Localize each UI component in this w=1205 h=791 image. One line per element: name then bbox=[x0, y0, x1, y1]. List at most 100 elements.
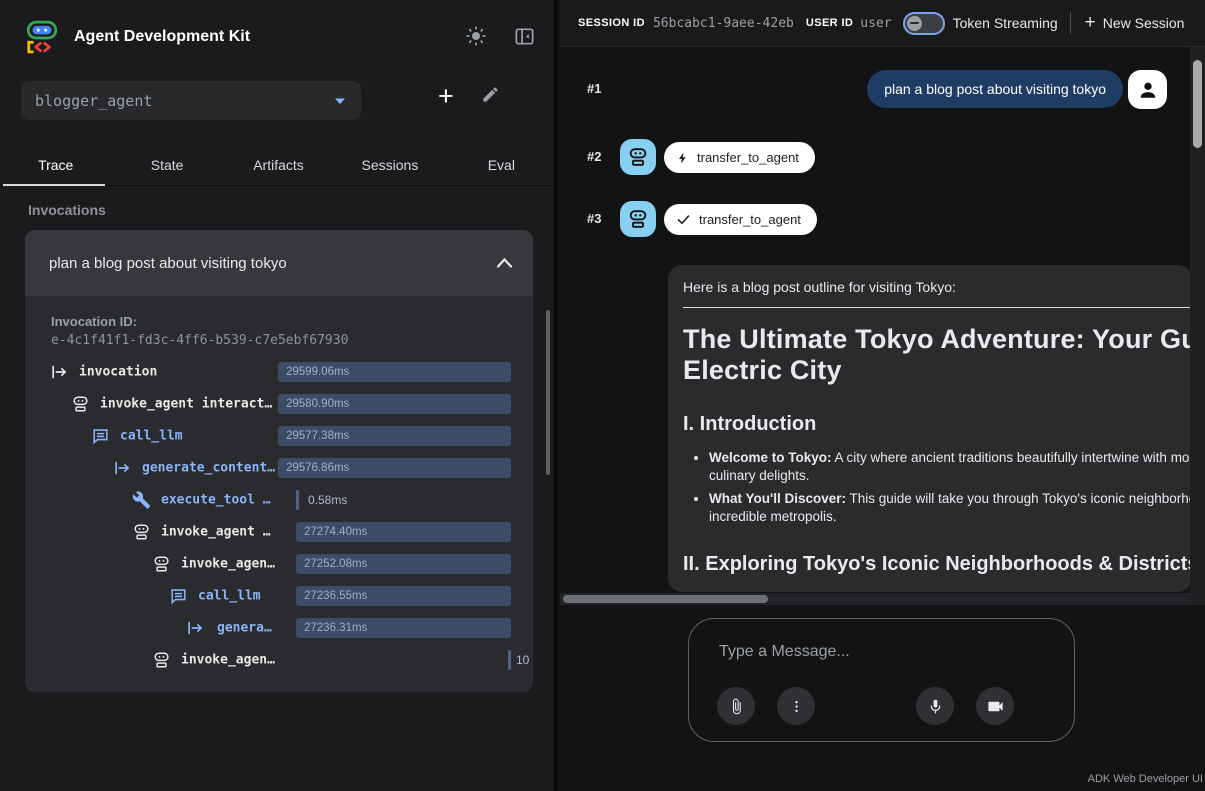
markdown-divider bbox=[683, 307, 1192, 308]
session-id-label: SESSION ID bbox=[578, 17, 645, 29]
invocations-heading: Invocations bbox=[28, 202, 106, 218]
maps-to-icon bbox=[113, 459, 132, 478]
section-introduction: I. Introduction bbox=[683, 413, 1192, 436]
theme-toggle-icon[interactable] bbox=[464, 24, 488, 48]
maps-to-icon bbox=[50, 363, 69, 382]
user-message-bubble: plan a blog post about visiting tokyo bbox=[867, 70, 1123, 108]
maps-to-icon bbox=[186, 619, 205, 638]
trace-tree: invocation 29599.06ms invoke_agent inter… bbox=[25, 356, 533, 676]
robot-icon bbox=[132, 523, 151, 542]
app-header: Agent Development Kit bbox=[24, 20, 250, 54]
vertical-scroll-thumb[interactable] bbox=[1193, 60, 1202, 148]
duration-bar: 29599.06ms bbox=[278, 362, 511, 382]
new-session-button[interactable]: + New Session bbox=[1085, 15, 1185, 31]
user-id-value: user bbox=[860, 16, 891, 31]
function-call-chip[interactable]: transfer_to_agent bbox=[664, 142, 815, 173]
duration-bar: 27252.08ms bbox=[296, 554, 511, 574]
chevron-down-icon bbox=[333, 96, 347, 106]
tab-state[interactable]: State bbox=[111, 144, 222, 185]
tab-trace[interactable]: Trace bbox=[0, 144, 111, 185]
check-icon bbox=[676, 212, 691, 227]
trace-row-execute-tool[interactable]: execute_tool … 0.58ms bbox=[25, 484, 533, 516]
attach-file-button[interactable] bbox=[717, 687, 755, 725]
invocation-card-header[interactable]: plan a blog post about visiting tokyo bbox=[25, 230, 533, 296]
horizontal-scroll-thumb[interactable] bbox=[563, 595, 768, 603]
chat-bubble-icon bbox=[91, 427, 110, 446]
trace-row-call-llm[interactable]: call_llm 27236.55ms bbox=[25, 580, 533, 612]
left-panel: Agent Development Kit blogger_agent bbox=[0, 0, 557, 791]
topbar-divider bbox=[1070, 12, 1071, 34]
function-response-chip[interactable]: transfer_to_agent bbox=[664, 204, 817, 235]
tab-eval[interactable]: Eval bbox=[446, 144, 557, 185]
more-options-button[interactable] bbox=[777, 687, 815, 725]
bot-avatar bbox=[620, 201, 656, 237]
tab-sessions[interactable]: Sessions bbox=[334, 144, 445, 185]
section-neighborhoods: II. Exploring Tokyo's Iconic Neighborhoo… bbox=[683, 553, 1192, 576]
robot-icon bbox=[627, 208, 649, 230]
event-index: #1 bbox=[587, 81, 601, 96]
wrench-icon bbox=[132, 491, 151, 510]
duration-bar: 27236.31ms bbox=[296, 618, 511, 638]
vertical-scrollbar[interactable] bbox=[1190, 47, 1205, 605]
message-input[interactable]: Type a Message... bbox=[719, 643, 850, 661]
chat-bubble-icon bbox=[169, 587, 188, 606]
person-icon bbox=[1137, 79, 1159, 101]
adk-logo-icon bbox=[24, 20, 60, 54]
bullet-item: What You'll Discover: This guide will ta… bbox=[709, 490, 1192, 527]
robot-icon bbox=[152, 651, 171, 670]
robot-icon bbox=[152, 555, 171, 574]
trace-row-call-llm[interactable]: call_llm 29577.38ms bbox=[25, 420, 533, 452]
app-title: Agent Development Kit bbox=[74, 28, 250, 46]
user-id-label: USER ID bbox=[806, 17, 853, 29]
tab-artifacts[interactable]: Artifacts bbox=[223, 144, 334, 185]
trace-row-invoke-agent[interactable]: invoke_agent interact… 29580.90ms bbox=[25, 388, 533, 420]
trace-row-invoke-agent[interactable]: invoke_agen… 27252.08ms bbox=[25, 548, 533, 580]
session-topbar: SESSION ID 56bcabc1-9aee-42eb USER ID us… bbox=[560, 0, 1205, 47]
invocation-title: plan a blog post about visiting tokyo bbox=[49, 255, 496, 272]
duration-bar: 29577.38ms bbox=[278, 426, 511, 446]
session-id-value: 56bcabc1-9aee-42eb bbox=[653, 16, 794, 31]
videocam-icon bbox=[986, 697, 1005, 716]
trace-row-invocation[interactable]: invocation 29599.06ms bbox=[25, 356, 533, 388]
duration-bar-tiny bbox=[508, 650, 511, 670]
robot-icon bbox=[627, 146, 649, 168]
duration-bar: 29576.86ms bbox=[278, 458, 511, 478]
duration-bar: 27274.40ms bbox=[296, 522, 511, 542]
left-panel-scrollbar[interactable] bbox=[546, 310, 550, 475]
assistant-message-card: Here is a blog post outline for visiting… bbox=[668, 265, 1192, 592]
invocation-id-label: Invocation ID: bbox=[51, 314, 137, 329]
message-composer[interactable]: Type a Message... bbox=[688, 618, 1075, 742]
microphone-button[interactable] bbox=[916, 687, 954, 725]
duration-bar: 27236.55ms bbox=[296, 586, 511, 606]
collapse-panel-icon[interactable] bbox=[512, 24, 536, 48]
trace-row-invoke-agent[interactable]: invoke_agent … 27274.40ms bbox=[25, 516, 533, 548]
adk-footer-label: ADK Web Developer UI bbox=[1088, 773, 1203, 785]
add-session-button[interactable]: + bbox=[438, 82, 454, 110]
horizontal-scrollbar[interactable] bbox=[560, 593, 1190, 605]
trace-row-generate-content[interactable]: generate_content… 29576.86ms bbox=[25, 452, 533, 484]
assistant-intro-text: Here is a blog post outline for visiting… bbox=[683, 279, 1192, 295]
invocation-card: plan a blog post about visiting tokyo In… bbox=[25, 230, 533, 692]
token-streaming-toggle[interactable] bbox=[903, 12, 945, 35]
agent-select-dropdown[interactable]: blogger_agent bbox=[21, 81, 361, 120]
bullet-item: Welcome to Tokyo: A city where ancient t… bbox=[709, 449, 1192, 486]
edit-agent-icon[interactable] bbox=[481, 85, 500, 109]
toggle-dash-icon bbox=[910, 22, 919, 24]
blog-title: The Ultimate Tokyo Adventure: Your Guide… bbox=[683, 324, 1192, 386]
token-streaming-label: Token Streaming bbox=[953, 15, 1058, 31]
chevron-up-icon[interactable] bbox=[496, 257, 513, 269]
chat-event-2: #2 transfer_to_agent bbox=[560, 138, 1205, 176]
paperclip-icon bbox=[728, 698, 745, 715]
video-button[interactable] bbox=[976, 687, 1014, 725]
mic-icon bbox=[927, 698, 944, 715]
trace-row-generate-content[interactable]: genera… 27236.31ms bbox=[25, 612, 533, 644]
bolt-icon bbox=[676, 150, 689, 166]
duration-bar-tiny bbox=[296, 490, 299, 510]
trace-row-invoke-agent[interactable]: invoke_agen… 10 bbox=[25, 644, 533, 676]
kebab-menu-icon bbox=[789, 699, 804, 714]
chat-panel: SESSION ID 56bcabc1-9aee-42eb USER ID us… bbox=[560, 0, 1205, 791]
event-index: #2 bbox=[587, 149, 601, 164]
chat-event-3: #3 transfer_to_agent bbox=[560, 200, 1205, 238]
event-index: #3 bbox=[587, 211, 601, 226]
bot-avatar bbox=[620, 139, 656, 175]
